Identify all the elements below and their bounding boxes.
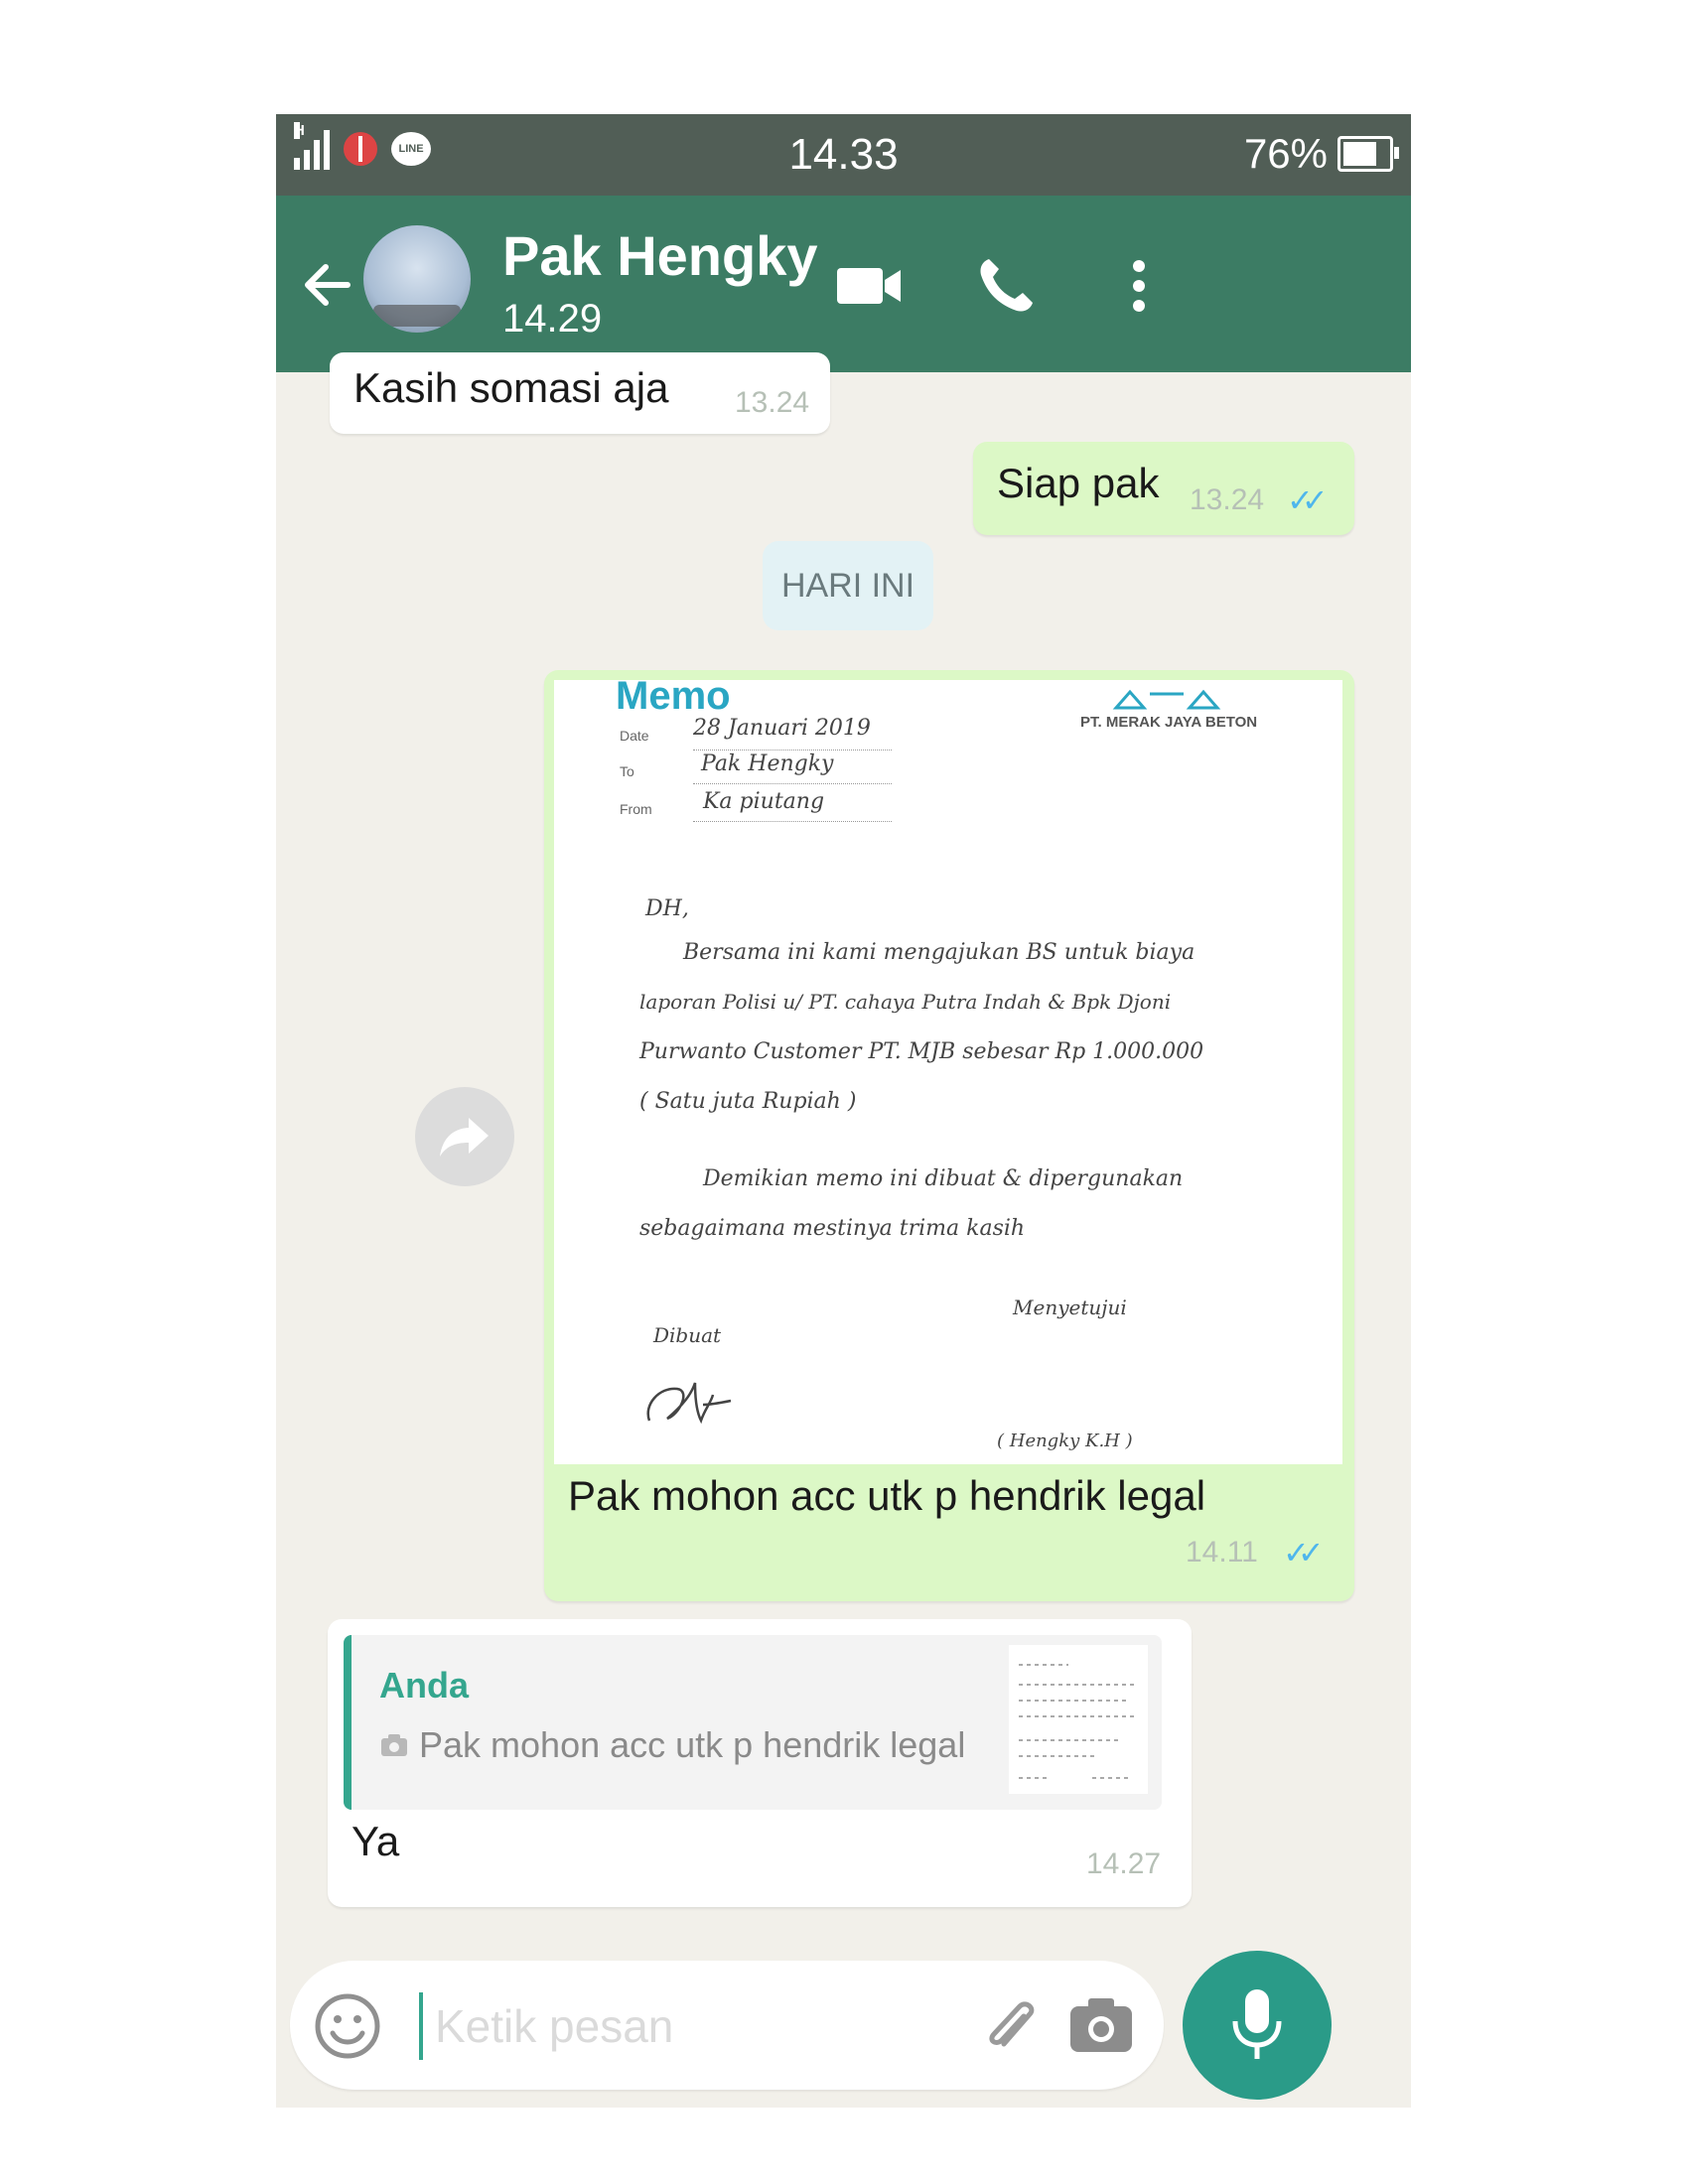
mic-icon <box>1232 1989 1282 2059</box>
camera-icon <box>381 1734 407 1756</box>
message-time: 13.24 <box>1190 483 1265 516</box>
memo-date-value: 28 Januari 2019 <box>693 716 871 741</box>
memo-approved-label: Menyetujui <box>1013 1296 1127 1319</box>
message-text: Kasih somasi aja <box>353 364 669 411</box>
quote-accent-bar <box>344 1635 352 1810</box>
read-ticks-icon: ✓✓ <box>1283 1535 1324 1570</box>
memo-body-line: Bersama ini kami mengajukan BS untuk bia… <box>683 940 1196 965</box>
memo-from-line <box>693 821 892 822</box>
message-text: Ya <box>352 1818 400 1864</box>
status-bar: H LINE 14.33 76% <box>276 114 1411 196</box>
memo-date-label: Date <box>620 728 649 744</box>
chat-header: Pak Hengky 14.29 <box>276 196 1411 372</box>
attachment-icon[interactable] <box>975 1990 1045 2060</box>
memo-date-line <box>693 750 892 751</box>
memo-made-by-label: Dibuat <box>653 1323 722 1347</box>
memo-closing-line: Demikian memo ini dibuat & dipergunakan <box>703 1166 1184 1191</box>
message-time: 14.11 <box>1186 1536 1258 1569</box>
memo-closing-line: sebagaimana mestinya trima kasih <box>639 1216 1026 1241</box>
message-bubble-incoming[interactable]: Kasih somasi aja 13.24 <box>330 352 830 434</box>
memo-greeting: DH, <box>645 896 689 921</box>
memo-approver-name: ( Hengky K.H ) <box>997 1431 1133 1451</box>
contact-avatar[interactable] <box>363 225 471 333</box>
battery-indicator: 76% <box>1243 130 1399 178</box>
forward-share-icon[interactable] <box>415 1087 514 1186</box>
memo-from-label: From <box>620 801 652 817</box>
battery-percent: 76% <box>1243 130 1328 177</box>
signature-icon <box>646 1382 732 1425</box>
contact-name[interactable]: Pak Hengky <box>502 223 818 288</box>
memo-body-line: ( Satu juta Rupiah ) <box>639 1089 857 1114</box>
status-time: 14.33 <box>788 130 899 179</box>
emoji-icon[interactable] <box>310 1988 385 2064</box>
back-arrow-glyph <box>305 264 351 306</box>
memo-from-value: Ka piutang <box>703 789 825 814</box>
quote-text: Pak mohon acc utk p hendrik legal <box>419 1724 966 1765</box>
battery-fill <box>1343 142 1376 166</box>
day-separator: HARI INI <box>763 541 933 630</box>
memo-body-line: Purwanto Customer PT. MJB sebesar Rp 1.0… <box>639 1039 1204 1064</box>
mic-button[interactable] <box>1183 1951 1332 2100</box>
memo-company-name: PT. MERAK JAYA BETON <box>1080 714 1258 731</box>
quoted-message[interactable]: Anda Pak mohon acc utk p hendrik legal <box>344 1635 1162 1810</box>
message-time: 14.27 <box>1086 1847 1162 1880</box>
message-bubble-outgoing[interactable]: Siap pak 13.24 ✓✓ <box>973 442 1354 535</box>
read-ticks-icon: ✓✓ <box>1287 482 1328 518</box>
video-call-icon[interactable] <box>834 251 904 321</box>
chat-area[interactable]: Kasih somasi aja 13.24 Siap pak 13.24 ✓✓… <box>276 352 1411 2108</box>
message-text: Siap pak <box>997 460 1160 506</box>
message-input[interactable] <box>419 1992 953 2060</box>
image-caption: Pak mohon acc utk p hendrik legal <box>568 1472 1206 1519</box>
message-input-bar <box>290 1961 1164 2090</box>
camera-icon[interactable] <box>1064 1990 1138 2060</box>
phone-screen: H LINE 14.33 76% Pak Hengky 14.29 Kasih … <box>276 114 1411 2108</box>
memo-to-line <box>693 783 892 784</box>
more-options-icon[interactable] <box>1104 251 1174 321</box>
memo-title: Memo <box>616 680 731 718</box>
phone-icon[interactable] <box>971 251 1041 321</box>
quote-text-row: Pak mohon acc utk p hendrik legal <box>379 1724 965 1766</box>
memo-body-line: laporan Polisi u/ PT. cahaya Putra Indah… <box>639 990 1172 1014</box>
reply-message-bubble[interactable]: Anda Pak mohon acc utk p hendrik legal Y… <box>328 1619 1192 1907</box>
quote-author: Anda <box>379 1665 469 1706</box>
image-message-bubble[interactable]: Memo PT. MERAK JAYA BETON Date 28 Januar… <box>544 670 1354 1601</box>
quote-thumbnail <box>1009 1645 1148 1794</box>
memo-to-label: To <box>620 763 634 779</box>
memo-to-value: Pak Hengky <box>701 751 834 776</box>
battery-icon <box>1337 136 1399 172</box>
last-seen: 14.29 <box>502 297 603 341</box>
memo-image[interactable]: Memo PT. MERAK JAYA BETON Date 28 Januar… <box>554 680 1342 1464</box>
message-time: 13.24 <box>735 386 810 419</box>
back-arrow-icon[interactable] <box>298 255 357 323</box>
